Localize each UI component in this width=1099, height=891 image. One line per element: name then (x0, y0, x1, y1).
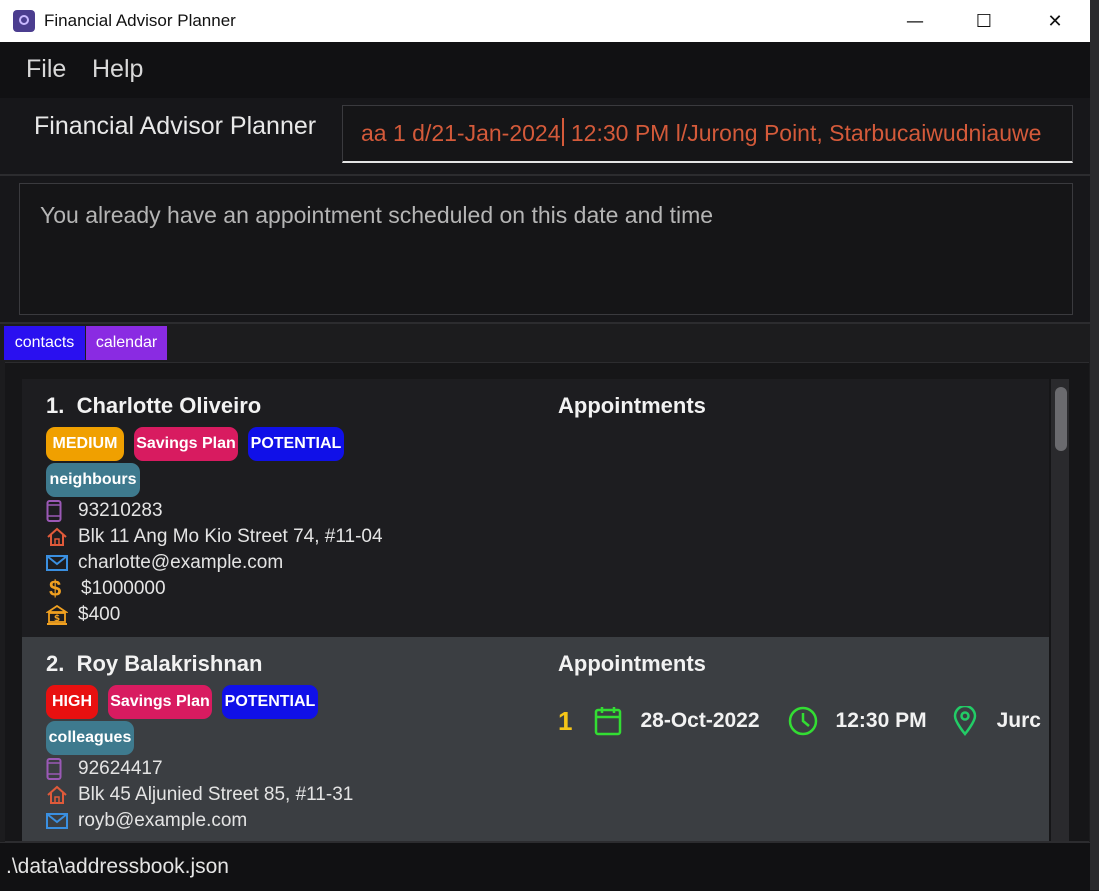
contact-list: 1. Charlotte Oliveiro MEDIUM Savings Pla… (5, 362, 1089, 842)
contact-card[interactable]: 2. Roy Balakrishnan HIGH Savings Plan PO… (22, 637, 1049, 841)
window-title: Financial Advisor Planner (44, 11, 236, 30)
phone-icon (46, 499, 72, 523)
appointments-heading: Appointments (558, 651, 706, 676)
list-scrollbar[interactable] (1051, 379, 1069, 841)
tab-calendar[interactable]: calendar (86, 326, 167, 360)
tag-priority: MEDIUM (46, 427, 124, 461)
appointment-time: 12:30 PM (835, 709, 927, 732)
income-field: $ $1000000 (46, 576, 166, 601)
appointments-heading: Appointments (558, 393, 706, 418)
calendar-icon (594, 706, 622, 736)
email-field: royb@example.com (46, 809, 247, 833)
contact-card[interactable]: 1. Charlotte Oliveiro MEDIUM Savings Pla… (22, 379, 1049, 637)
menu-file[interactable]: File (26, 55, 66, 84)
appointment-date: 28-Oct-2022 (640, 709, 760, 732)
email-field: charlotte@example.com (46, 551, 283, 575)
address-value: Blk 45 Aljunied Street 85, #11-31 (78, 784, 354, 805)
result-area: You already have an appointment schedule… (0, 176, 1090, 324)
command-input[interactable]: aa 1 d/21-Jan-2024 12:30 PM l/Jurong Poi… (342, 105, 1073, 163)
title-bar: Financial Advisor Planner — ☐ ✕ (0, 0, 1090, 42)
close-button[interactable]: ✕ (1032, 0, 1078, 42)
phone-value: 92624417 (78, 758, 163, 779)
mail-icon (46, 809, 72, 833)
address-value: Blk 11 Ang Mo Kio Street 74, #11-04 (78, 526, 383, 547)
tag-status: POTENTIAL (222, 685, 318, 719)
tag-plan: Savings Plan (134, 427, 238, 461)
text-caret (561, 118, 564, 146)
address-field: Blk 45 Aljunied Street 85, #11-31 (46, 783, 353, 807)
tag-relationship: neighbours (46, 463, 140, 497)
command-text-before-caret: aa 1 d/21-Jan-2024 (361, 120, 561, 146)
mail-icon (46, 551, 72, 575)
appointment-item: 1 28-Oct-2022 12:30 PM Jurc (558, 703, 1041, 739)
tag-plan: Savings Plan (108, 685, 212, 719)
contact-name: 2. Roy Balakrishnan (46, 651, 263, 676)
phone-field: 93210283 (46, 499, 163, 523)
income-value: $1000000 (81, 578, 166, 599)
email-value: royb@example.com (78, 810, 248, 831)
maximize-button[interactable]: ☐ (961, 0, 1007, 42)
phone-icon (46, 757, 72, 781)
command-text-after-caret: 12:30 PM l/Jurong Point, Starbucaiwudnia… (564, 120, 1042, 146)
result-message: You already have an appointment schedule… (40, 202, 714, 228)
menu-help[interactable]: Help (92, 55, 143, 84)
contact-name: 1. Charlotte Oliveiro (46, 393, 262, 418)
tab-contacts[interactable]: contacts (4, 326, 85, 360)
bank-icon: $ (46, 603, 72, 627)
svg-text:$: $ (54, 614, 60, 624)
dollar-icon: $ (49, 576, 62, 601)
home-icon (46, 783, 72, 807)
email-value: charlotte@example.com (78, 552, 284, 573)
tag-priority: HIGH (46, 685, 98, 719)
monthly-value: $400 (78, 604, 121, 625)
tag-relationship: colleagues (46, 721, 134, 755)
menu-bar: File Help (0, 42, 1090, 98)
scrollbar-thumb[interactable] (1055, 387, 1067, 451)
phone-value: 93210283 (78, 500, 163, 521)
minimize-button[interactable]: — (892, 0, 938, 42)
clock-icon (788, 706, 818, 736)
desktop-background (1090, 0, 1099, 890)
monthly-field: $ $400 (46, 603, 120, 627)
result-display: You already have an appointment schedule… (19, 183, 1073, 315)
appointment-index: 1 (558, 705, 573, 736)
address-field: Blk 11 Ang Mo Kio Street 74, #11-04 (46, 525, 383, 549)
tag-status: POTENTIAL (248, 427, 344, 461)
data-file-path: .\data\addressbook.json (6, 855, 229, 878)
appointment-location: Jurc (996, 709, 1041, 732)
command-area: Financial Advisor Planner aa 1 d/21-Jan-… (0, 98, 1090, 176)
phone-field: 92624417 (46, 757, 163, 781)
app-name-label: Financial Advisor Planner (34, 112, 317, 140)
location-pin-icon (953, 706, 977, 736)
status-bar: .\data\addressbook.json (0, 842, 1090, 891)
home-icon (46, 525, 72, 549)
app-window: Financial Advisor Planner — ☐ ✕ File Hel… (0, 0, 1090, 891)
app-logo-icon (13, 10, 35, 32)
